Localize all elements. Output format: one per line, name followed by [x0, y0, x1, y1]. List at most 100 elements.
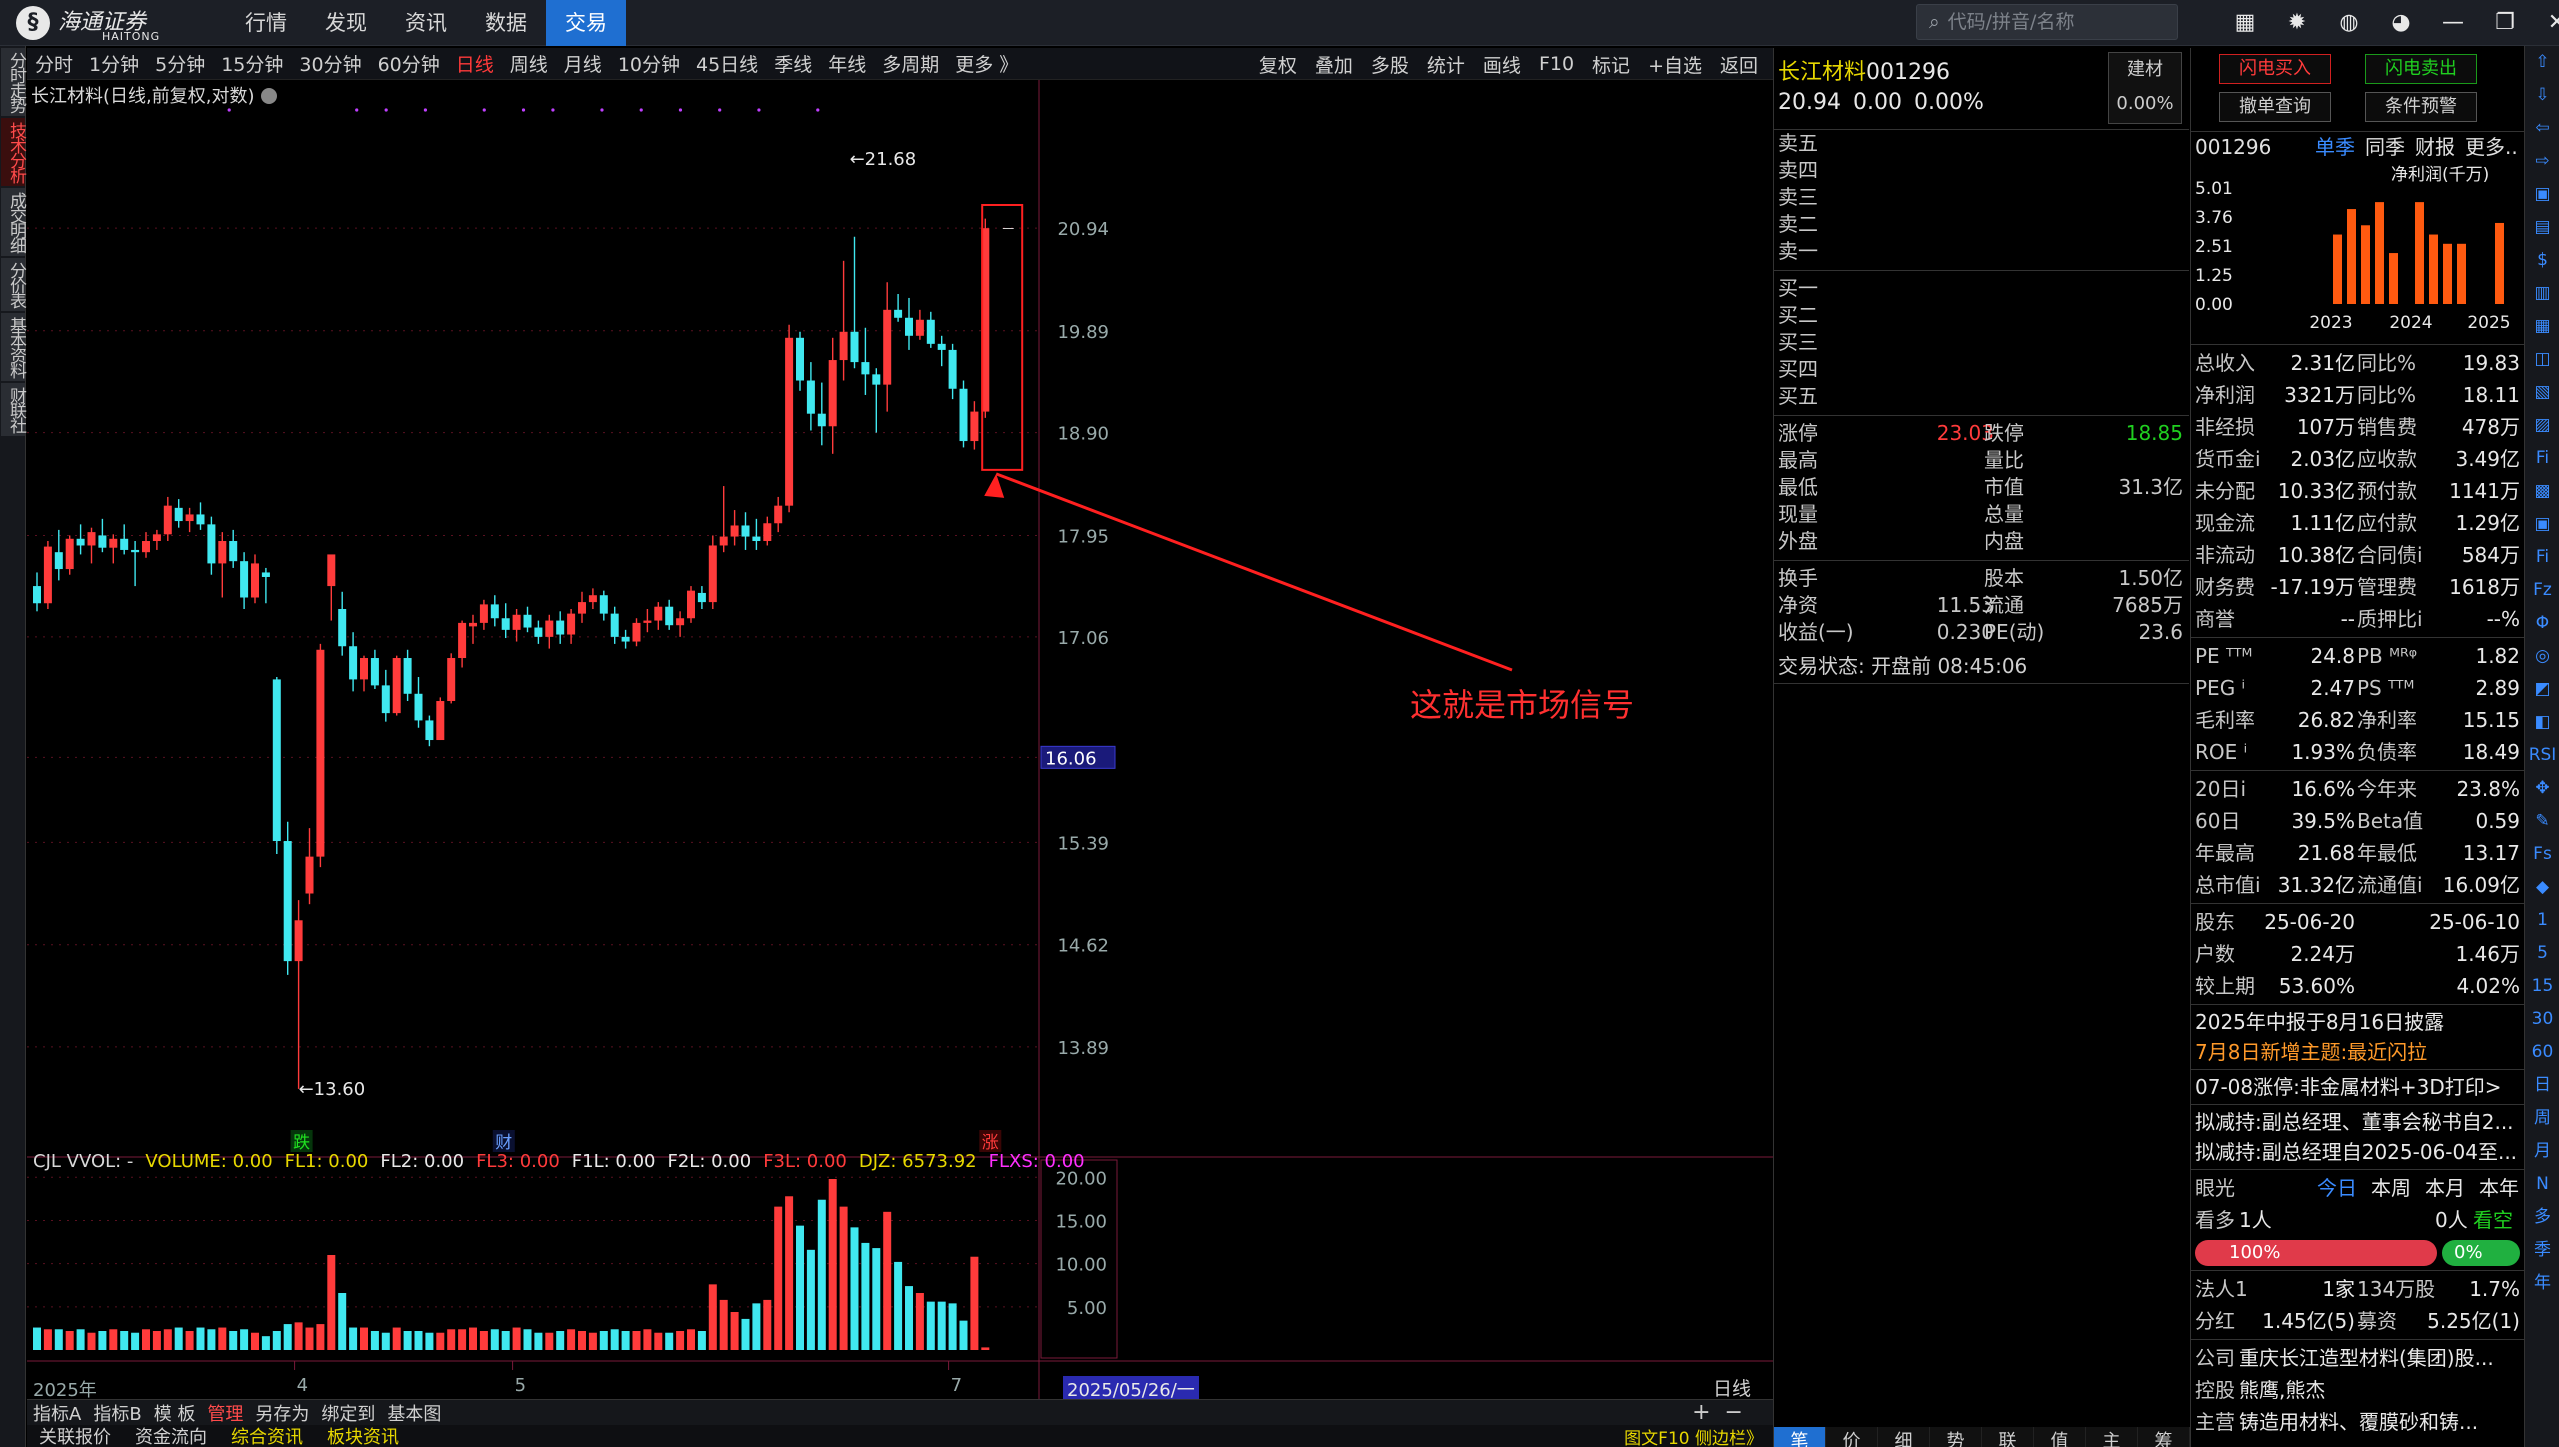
period-shortcut-0[interactable]: 1 — [2525, 904, 2559, 937]
period-14[interactable]: 更多 》 — [947, 50, 1026, 77]
tool-icon-15[interactable]: Fi — [2525, 541, 2559, 574]
tool-icon-1[interactable]: ⇩ — [2525, 79, 2559, 112]
chart-tool-5[interactable]: F10 — [1530, 53, 1583, 75]
period-9[interactable]: 10分钟 — [610, 50, 688, 77]
nav-3[interactable]: 数据 — [466, 0, 546, 46]
period-3[interactable]: 15分钟 — [213, 50, 291, 77]
period-shortcut-2[interactable]: 15 — [2525, 970, 2559, 1003]
search-input[interactable]: ⌕ 代码/拼音/名称 — [1916, 4, 2178, 40]
left-tab-4[interactable]: 基本资料 — [1, 313, 26, 381]
quote-footer-tab-6[interactable]: 主 — [2086, 1427, 2138, 1447]
tool-icon-7[interactable]: ▥ — [2525, 277, 2559, 310]
notice-reduce-1[interactable]: 拟减持:副总经理、董事会秘书自2... — [2191, 1107, 2524, 1137]
period-shortcut-9[interactable]: 多 — [2525, 1201, 2559, 1234]
period-shortcut-3[interactable]: 30 — [2525, 1003, 2559, 1036]
indicator-btn-0[interactable]: 指标A — [27, 1400, 87, 1426]
f10-tab-1[interactable]: 同季 — [2365, 132, 2405, 162]
f10-tab-2[interactable]: 财报 — [2415, 132, 2455, 162]
tool-icon-11[interactable]: ▨ — [2525, 409, 2559, 442]
notice-reduce-2[interactable]: 拟减持:副总经理自2025-06-04至... — [2191, 1137, 2524, 1167]
tool-icon-17[interactable]: Φ — [2525, 607, 2559, 640]
nav-2[interactable]: 资讯 — [386, 0, 466, 46]
tool-icon-12[interactable]: Fi — [2525, 442, 2559, 475]
f10-sidebar-toggle[interactable]: 图文F10 侧边栏》 — [1624, 1424, 1763, 1447]
period-6[interactable]: 日线 — [448, 50, 502, 77]
period-11[interactable]: 季线 — [766, 50, 820, 77]
quote-footer-tab-0[interactable]: 笔 — [1774, 1427, 1826, 1447]
chat-icon[interactable]: ◕ — [2384, 6, 2418, 40]
quote-footer-tab-3[interactable]: 势 — [1930, 1427, 1982, 1447]
tool-icon-9[interactable]: ◫ — [2525, 343, 2559, 376]
notice-theme[interactable]: 7月8日新增主题:最近闪拉 — [2191, 1037, 2524, 1067]
tool-icon-3[interactable]: ⇨ — [2525, 145, 2559, 178]
tool-icon-14[interactable]: ▣ — [2525, 508, 2559, 541]
kline-chart[interactable]: 20.94 19.89 18.90 17.95 17.06 16.06 15.39 14.62… — [27, 80, 1773, 1405]
period-4[interactable]: 30分钟 — [291, 50, 369, 77]
nav-1[interactable]: 发现 — [306, 0, 386, 46]
period-shortcut-7[interactable]: 月 — [2525, 1135, 2559, 1168]
eye-tab-1[interactable]: 本周 — [2371, 1172, 2411, 1204]
tool-icon-21[interactable]: RSI — [2525, 739, 2559, 772]
tool-icon-20[interactable]: ◧ — [2525, 706, 2559, 739]
left-tab-2[interactable]: 成交明细 — [1, 188, 26, 256]
chart-tool-7[interactable]: +自选 — [1639, 51, 1711, 78]
flash-sell-button[interactable]: 闪电卖出 — [2365, 54, 2477, 84]
tool-icon-10[interactable]: ▧ — [2525, 376, 2559, 409]
quote-footer-tab-5[interactable]: 值 — [2034, 1427, 2086, 1447]
tool-icon-0[interactable]: ⇧ — [2525, 46, 2559, 79]
chart-tool-0[interactable]: 复权 — [1250, 51, 1306, 78]
f10-tab-0[interactable]: 单季 — [2315, 132, 2355, 162]
left-tab-1[interactable]: 技术分析 — [1, 118, 26, 186]
period-8[interactable]: 月线 — [556, 50, 610, 77]
chart-tool-1[interactable]: 叠加 — [1306, 51, 1362, 78]
quote-footer-tab-1[interactable]: 价 — [1826, 1427, 1878, 1447]
tool-icon-18[interactable]: ◎ — [2525, 640, 2559, 673]
period-5[interactable]: 60分钟 — [370, 50, 448, 77]
f10-tab-3[interactable]: 更多.. — [2465, 132, 2518, 162]
indicator-btn-1[interactable]: 指标B — [87, 1400, 147, 1426]
period-shortcut-11[interactable]: 年 — [2525, 1267, 2559, 1300]
tool-icon-24[interactable]: Fs — [2525, 838, 2559, 871]
settings-icon[interactable] — [260, 88, 277, 104]
company-row[interactable]: 公司 重庆长江造型材料(集团)股... — [2191, 1342, 2524, 1374]
period-shortcut-8[interactable]: N — [2525, 1168, 2559, 1201]
globe-icon[interactable]: ◍ — [2332, 6, 2366, 40]
chart-tool-6[interactable]: 标记 — [1583, 51, 1639, 78]
period-shortcut-4[interactable]: 60 — [2525, 1036, 2559, 1069]
sector-badge[interactable]: 建材 0.00% — [2108, 52, 2182, 124]
info-btn-2[interactable]: 综合资讯 — [219, 1423, 315, 1447]
indicator-btn-6[interactable]: 基本图 — [381, 1400, 447, 1426]
tool-icon-8[interactable]: ▦ — [2525, 310, 2559, 343]
notice-limit-up[interactable]: 07-08涨停:非金属材料+3D打印> — [2191, 1072, 2524, 1102]
close-icon[interactable]: ✕ — [2540, 6, 2559, 40]
tool-icon-23[interactable]: ✎ — [2525, 805, 2559, 838]
period-13[interactable]: 多周期 — [874, 50, 947, 77]
flash-buy-button[interactable]: 闪电买入 — [2219, 54, 2331, 84]
condition-alert-button[interactable]: 条件预警 — [2365, 92, 2477, 122]
tool-icon-19[interactable]: ◩ — [2525, 673, 2559, 706]
info-btn-3[interactable]: 板块资讯 — [315, 1423, 411, 1447]
quote-footer-tab-2[interactable]: 细 — [1878, 1427, 1930, 1447]
period-shortcut-10[interactable]: 季 — [2525, 1234, 2559, 1267]
tool-icon-4[interactable]: ▣ — [2525, 178, 2559, 211]
quote-footer-tab-7[interactable]: 筹 — [2138, 1427, 2190, 1447]
tool-icon-22[interactable]: ✥ — [2525, 772, 2559, 805]
info-btn-0[interactable]: 关联报价 — [27, 1423, 123, 1447]
period-12[interactable]: 年线 — [820, 50, 874, 77]
info-btn-1[interactable]: 资金流向 — [123, 1423, 219, 1447]
left-tab-3[interactable]: 分价表 — [1, 258, 26, 311]
tool-icon-2[interactable]: ⇦ — [2525, 112, 2559, 145]
eye-tab-3[interactable]: 本年 — [2479, 1172, 2519, 1204]
indicator-btn-5[interactable]: 绑定到 — [315, 1400, 381, 1426]
chart-tool-8[interactable]: 返回 — [1711, 51, 1767, 78]
indicator-btn-3[interactable]: 管理 — [201, 1400, 249, 1426]
tool-icon-25[interactable]: ◆ — [2525, 871, 2559, 904]
restore-icon[interactable]: ❐ — [2488, 6, 2522, 40]
tool-icon-13[interactable]: ▩ — [2525, 475, 2559, 508]
period-shortcut-1[interactable]: 5 — [2525, 937, 2559, 970]
period-shortcut-6[interactable]: 周 — [2525, 1102, 2559, 1135]
tool-icon-5[interactable]: ▤ — [2525, 211, 2559, 244]
nav-0[interactable]: 行情 — [226, 0, 306, 46]
indicator-btn-2[interactable]: 模 板 — [148, 1400, 202, 1426]
cycle-label[interactable]: 日线 — [1713, 1374, 1751, 1401]
